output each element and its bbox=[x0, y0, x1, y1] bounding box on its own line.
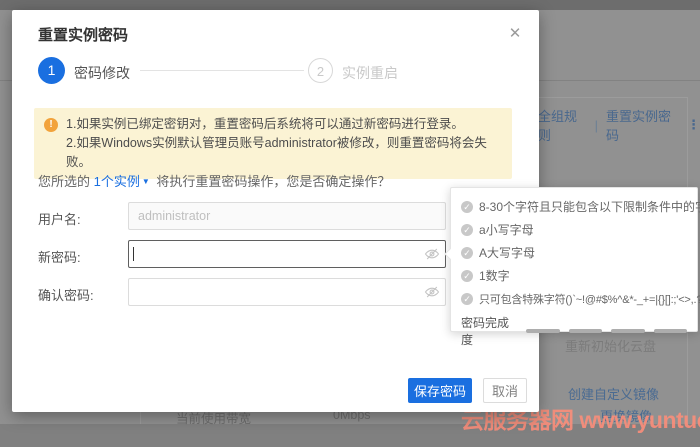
save-password-button[interactable]: 保存密码 bbox=[408, 378, 472, 403]
rule-text: A大写字母 bbox=[479, 244, 535, 261]
username-field bbox=[128, 202, 446, 230]
dialog-title: 重置实例密码 bbox=[38, 24, 128, 45]
password-rules-tooltip: ✓ 8-30个字符且只能包含以下限制条件中的字符 ✓ a小写字母 ✓ A大写字母… bbox=[450, 187, 698, 332]
new-password-field[interactable] bbox=[128, 240, 446, 268]
warning-banner: ! 1.如果实例已绑定密钥对，重置密码后系统将可以通过新密码进行登录。 2.如果… bbox=[34, 108, 512, 179]
screen: 全组规则 | 重置实例密码 ⋮ 重新初始化云盘 创建自定义镜像 更换镜像 当前使… bbox=[0, 0, 700, 447]
background-top-strip bbox=[0, 0, 700, 10]
warning-line-2: 2.如果Windows实例默认管理员账号administrator被修改，则重置… bbox=[66, 134, 502, 172]
security-group-rules-link[interactable]: 全组规则 bbox=[538, 106, 587, 144]
check-circle-icon: ✓ bbox=[461, 201, 473, 213]
chevron-down-icon[interactable]: ▼ bbox=[142, 177, 150, 186]
confirm-suffix: 将执行重置密码操作，您是否确定操作？ bbox=[153, 174, 391, 189]
rule-text: 8-30个字符且只能包含以下限制条件中的字符 bbox=[479, 198, 700, 215]
reset-password-link[interactable]: 重置实例密码 bbox=[606, 106, 679, 144]
step-2-badge: 2 bbox=[308, 58, 333, 83]
username-label: 用户名: bbox=[38, 209, 81, 228]
strength-bar bbox=[526, 329, 559, 333]
password-rule: ✓ 1数字 bbox=[461, 264, 687, 287]
text-cursor bbox=[133, 247, 134, 261]
confirm-password-label: 确认密码: bbox=[38, 285, 94, 304]
step-1-label: 密码修改 bbox=[74, 63, 130, 83]
confirm-prefix: 您所选的 bbox=[38, 174, 94, 189]
step-2-label: 实例重启 bbox=[342, 63, 398, 83]
strength-label: 密码完成度 bbox=[461, 314, 515, 348]
check-circle-icon: ✓ bbox=[461, 270, 473, 282]
password-strength-meter: 密码完成度 bbox=[461, 314, 687, 348]
background-action-links: 全组规则 | 重置实例密码 ⋮ bbox=[538, 106, 700, 144]
warning-icon: ! bbox=[44, 118, 58, 132]
strength-bar bbox=[654, 329, 687, 333]
eye-off-icon[interactable] bbox=[424, 284, 440, 300]
rule-text: 1数字 bbox=[479, 267, 510, 284]
selected-instances-dropdown[interactable]: 1个实例 bbox=[94, 174, 140, 189]
cancel-button[interactable]: 取消 bbox=[483, 378, 527, 403]
rule-text: a小写字母 bbox=[479, 221, 534, 238]
warning-line-1: 1.如果实例已绑定密钥对，重置密码后系统将可以通过新密码进行登录。 bbox=[66, 115, 502, 134]
check-circle-icon: ✓ bbox=[461, 293, 473, 305]
password-rule: ✓ 只可包含特殊字符()`~!@#$%^&*-_+=|{}[]:;'<>,.?/ bbox=[461, 287, 687, 310]
password-rule: ✓ A大写字母 bbox=[461, 241, 687, 264]
close-icon[interactable]: ✕ bbox=[505, 24, 525, 44]
new-password-label: 新密码: bbox=[38, 247, 81, 266]
password-rule: ✓ a小写字母 bbox=[461, 218, 687, 241]
check-circle-icon: ✓ bbox=[461, 247, 473, 259]
link-separator: | bbox=[595, 118, 598, 133]
confirm-sentence: 您所选的 1个实例▼ 将执行重置密码操作，您是否确定操作？ bbox=[38, 171, 390, 190]
password-rule: ✓ 8-30个字符且只能包含以下限制条件中的字符 bbox=[461, 195, 687, 218]
strength-bar bbox=[611, 329, 644, 333]
check-circle-icon: ✓ bbox=[461, 224, 473, 236]
step-connector bbox=[140, 70, 304, 71]
strength-bar bbox=[569, 329, 602, 333]
confirm-password-field[interactable] bbox=[128, 278, 446, 306]
eye-off-icon[interactable] bbox=[424, 246, 440, 262]
rule-text: 只可包含特殊字符()`~!@#$%^&*-_+=|{}[]:;'<>,.?/ bbox=[479, 291, 700, 307]
step-1-badge: 1 bbox=[38, 57, 65, 84]
kebab-menu-icon[interactable]: ⋮ bbox=[687, 117, 700, 133]
